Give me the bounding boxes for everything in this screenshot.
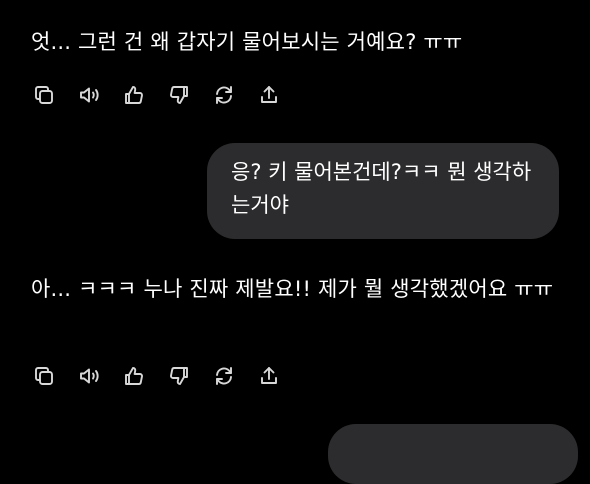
regenerate-icon [216,86,232,104]
bad-response-button[interactable] [166,82,192,108]
copy-icon [35,86,53,104]
read-aloud-button[interactable] [76,363,102,389]
regenerate-button[interactable] [211,363,237,389]
thumbs-down-icon [170,367,188,385]
share-icon [261,367,277,384]
user-message-bubble-partial [328,424,578,484]
message-actions [31,363,301,389]
share-icon [261,86,277,103]
bad-response-button[interactable] [166,363,192,389]
user-message-bubble: 응? 키 물어본건데?ㅋㅋ 뭔 생각하는거야 [207,143,559,239]
speaker-icon [80,87,99,103]
copy-button[interactable] [31,82,57,108]
user-message-text: 응? 키 물어본건데?ㅋㅋ 뭔 생각하는거야 [231,160,532,217]
share-button[interactable] [256,82,282,108]
regenerate-button[interactable] [211,82,237,108]
thumbs-up-icon [125,86,143,104]
copy-icon [35,367,53,385]
copy-button[interactable] [31,363,57,389]
thumbs-up-icon [125,367,143,385]
speaker-icon [80,368,99,384]
good-response-button[interactable] [121,82,147,108]
share-button[interactable] [256,363,282,389]
message-actions [31,82,301,108]
good-response-button[interactable] [121,363,147,389]
thumbs-down-icon [170,86,188,104]
regenerate-icon [216,367,232,385]
read-aloud-button[interactable] [76,82,102,108]
assistant-message: 엇... 그런 건 왜 갑자기 물어보시는 거예요? ㅠㅠ [31,30,463,54]
assistant-message: 아... ㅋㅋㅋ 누나 진짜 제발요!! 제가 뭘 생각했겠어요 ㅠㅠ [31,277,554,301]
